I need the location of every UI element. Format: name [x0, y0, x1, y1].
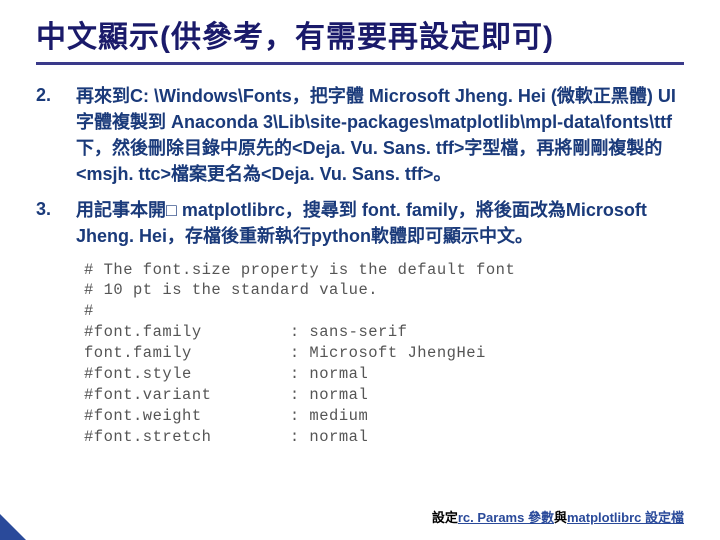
footer-prefix: 設定 — [432, 510, 458, 525]
footer-mid: 與 — [554, 510, 567, 525]
list-number: 2. — [36, 83, 70, 187]
footer-reference: 設定rc. Params 參數與matplotlibrc 設定檔 — [432, 507, 684, 526]
instruction-list: 2. 再來到C: \Windows\Fonts，把字體 Microsoft Jh… — [36, 83, 684, 250]
code-snippet: # The font.size property is the default … — [84, 260, 684, 448]
corner-decoration — [0, 514, 26, 540]
slide-title: 中文顯示(供參考，有需要再設定即可) — [36, 12, 684, 65]
list-text: 再來到C: \Windows\Fonts，把字體 Microsoft Jheng… — [76, 83, 684, 187]
list-number: 3. — [36, 197, 70, 249]
footer-link-rcparams[interactable]: rc. Params 參數 — [458, 510, 554, 525]
list-text: 用記事本開□ matplotlibrc，搜尋到 font. family，將後面… — [76, 197, 684, 249]
footer-link-matplotlibrc[interactable]: matplotlibrc 設定檔 — [567, 510, 684, 525]
